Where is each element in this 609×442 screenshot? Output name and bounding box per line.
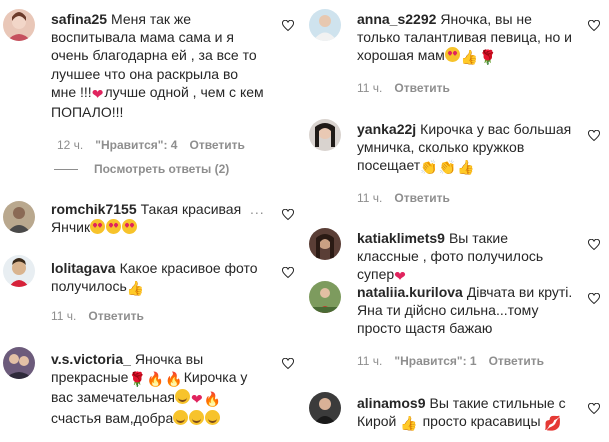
avatar[interactable]	[309, 281, 341, 313]
likes-count[interactable]: "Нравится": 1	[394, 354, 476, 368]
timestamp[interactable]: 11 ч.	[357, 354, 382, 368]
fire-emoji-icon: 🔥	[203, 391, 222, 408]
fire-emoji-icon: 🔥	[165, 371, 183, 388]
heart-emoji-icon: ❤	[91, 85, 104, 102]
comment-text: alinamos9 Вы такие стильные с Кирой 👍 про…	[357, 395, 566, 432]
comment-text: v.s.victoria_ Яночка вы прекрасные🌹🔥🔥Киро…	[51, 351, 248, 426]
like-heart-icon[interactable]	[587, 402, 601, 415]
view-replies-button[interactable]: Посмотреть ответы (2)	[54, 162, 229, 176]
comment-meta: 11 ч. "Нравится": 1 Ответить	[357, 354, 556, 368]
comment-username[interactable]: yanka22j	[357, 121, 416, 137]
smile-emoji-icon	[205, 409, 221, 425]
heart-eyes-emoji-icon	[106, 219, 122, 235]
comment-username[interactable]: v.s.victoria_	[51, 351, 131, 367]
reply-button[interactable]: Ответить	[189, 138, 244, 152]
timestamp[interactable]: 11 ч.	[357, 81, 382, 95]
like-heart-icon[interactable]	[587, 129, 601, 142]
like-heart-icon[interactable]	[281, 266, 295, 279]
fire-emoji-icon: 🔥	[146, 371, 165, 388]
clapping-emoji-icon: 👏	[420, 159, 438, 176]
comment-text: katiaklimets9 Вы такие классные , фото по…	[357, 230, 544, 285]
heart-eyes-emoji-icon	[122, 219, 138, 235]
comment-text: safina25 Меня так же воспитывала мама сам…	[51, 11, 264, 121]
reply-button[interactable]: Ответить	[489, 354, 544, 368]
avatar[interactable]	[3, 255, 35, 287]
comment-meta: 12 ч. "Нравится": 4 Ответить	[57, 138, 257, 152]
comment-meta: 11 ч. Ответить	[357, 191, 462, 205]
like-heart-icon[interactable]	[587, 238, 601, 251]
smile-emoji-icon	[189, 409, 205, 425]
like-heart-icon[interactable]	[281, 208, 295, 221]
comment-username[interactable]: romchik7155	[51, 201, 137, 217]
smile-emoji-icon	[175, 389, 191, 405]
comment-meta: 11 ч. Ответить	[51, 309, 156, 323]
timestamp[interactable]: 12 ч.	[57, 138, 83, 152]
like-heart-icon[interactable]	[587, 292, 601, 305]
avatar[interactable]	[3, 347, 35, 379]
comment-text: yanka22j Кирочка у вас большая умничка, с…	[357, 121, 572, 176]
comment-text: anna_s2292 Яночка, вы не только талантлив…	[357, 11, 572, 66]
like-heart-icon[interactable]	[281, 357, 295, 370]
comment-text: romchik7155 Такая красивая Янчик	[51, 201, 242, 236]
rose-emoji-icon: 🌹	[128, 371, 146, 388]
comment-username[interactable]: nataliia.kurilova	[357, 284, 463, 300]
comment-meta: 11 ч. Ответить	[357, 81, 462, 95]
thumbs-up-emoji-icon: 👍	[126, 280, 145, 297]
avatar[interactable]	[3, 201, 35, 233]
kiss-lips-emoji-icon: 💋	[544, 415, 562, 432]
comment-text: lolitagava Какое красивое фото получилось…	[51, 260, 258, 297]
reply-button[interactable]: Ответить	[88, 309, 143, 323]
likes-count[interactable]: "Нравится": 4	[95, 138, 177, 152]
comment-text: nataliia.kurilova Дівчата ви круті. Яна т…	[357, 284, 573, 337]
clapping-emoji-icon: 👏	[438, 159, 457, 176]
avatar[interactable]	[309, 392, 341, 424]
more-options-icon[interactable]: ...	[250, 201, 265, 217]
comment-username[interactable]: lolitagava	[51, 260, 116, 276]
thumbs-up-emoji-icon: 👍	[460, 49, 479, 66]
avatar[interactable]	[3, 9, 35, 41]
thumbs-up-emoji-icon: 👍	[400, 415, 418, 432]
timestamp[interactable]: 11 ч.	[357, 191, 382, 205]
rose-emoji-icon: 🌹	[479, 49, 497, 66]
avatar[interactable]	[309, 228, 341, 260]
heart-eyes-emoji-icon	[444, 47, 460, 63]
comment-username[interactable]: anna_s2292	[357, 11, 436, 27]
like-heart-icon[interactable]	[587, 19, 601, 32]
heart-eyes-emoji-icon	[90, 219, 106, 235]
comment-username[interactable]: alinamos9	[357, 395, 425, 411]
comment-username[interactable]: safina25	[51, 11, 107, 27]
avatar[interactable]	[309, 119, 341, 151]
reply-button[interactable]: Ответить	[394, 81, 449, 95]
heart-emoji-icon: ❤	[191, 391, 203, 408]
comment-username[interactable]: katiaklimets9	[357, 230, 445, 246]
timestamp[interactable]: 11 ч.	[51, 309, 76, 323]
divider-line	[54, 169, 78, 171]
smile-emoji-icon	[173, 409, 189, 425]
avatar[interactable]	[309, 9, 341, 41]
like-heart-icon[interactable]	[281, 19, 295, 32]
thumbs-up-emoji-icon: 👍	[457, 159, 475, 176]
reply-button[interactable]: Ответить	[394, 191, 449, 205]
